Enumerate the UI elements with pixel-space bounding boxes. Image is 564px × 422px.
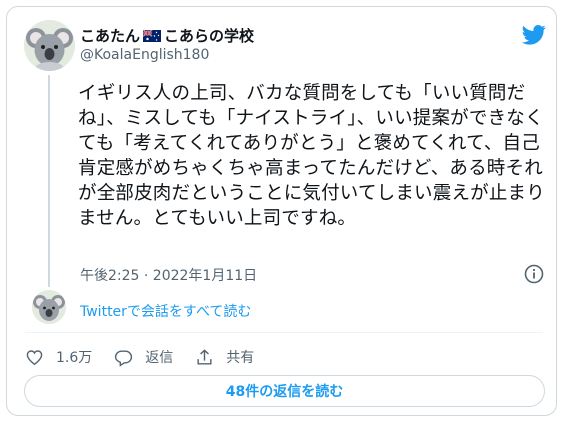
- author-avatar[interactable]: [24, 20, 75, 71]
- info-icon[interactable]: [524, 264, 544, 284]
- display-name-left: こあたん: [80, 27, 141, 45]
- twitter-bird-icon[interactable]: [522, 25, 546, 45]
- share-icon: [197, 348, 212, 365]
- share-button[interactable]: 共有: [195, 347, 254, 367]
- actions-divider: [25, 332, 543, 333]
- author-handle[interactable]: @KoalaEnglish180: [80, 47, 209, 63]
- tweet-text: イギリス人の上司、バカな質問をしても「いい質問だね」、ミスしても「ナイストライ」…: [78, 83, 545, 229]
- reply-icon: [115, 349, 133, 367]
- display-name-right: こあらの学校: [164, 27, 255, 45]
- thread-author-avatar[interactable]: [32, 290, 66, 324]
- reply-label: 返信: [145, 350, 174, 366]
- heart-icon: [26, 349, 43, 365]
- australia-flag-icon: [143, 29, 162, 42]
- like-button[interactable]: 1.6万: [25, 347, 92, 367]
- share-label: 共有: [226, 350, 255, 366]
- read-replies-button[interactable]: 48件の返信を読む: [24, 375, 545, 407]
- author-display-name[interactable]: こあたん こあらの学校: [80, 25, 254, 46]
- thread-connector-line: [48, 75, 50, 287]
- read-full-conversation-link[interactable]: Twitterで会話をすべて読む: [80, 301, 251, 321]
- tweet-actions-bar: 1.6万 返信 共有: [25, 346, 276, 368]
- tweet-embed-card: こあたん こあらの学校 @KoalaEnglish180 イギリス人の上司、バカ…: [6, 6, 557, 416]
- tweet-timestamp[interactable]: 午後2:25 · 2022年1月11日: [80, 265, 257, 285]
- reply-button[interactable]: 返信: [114, 347, 173, 367]
- like-count: 1.6万: [56, 350, 93, 366]
